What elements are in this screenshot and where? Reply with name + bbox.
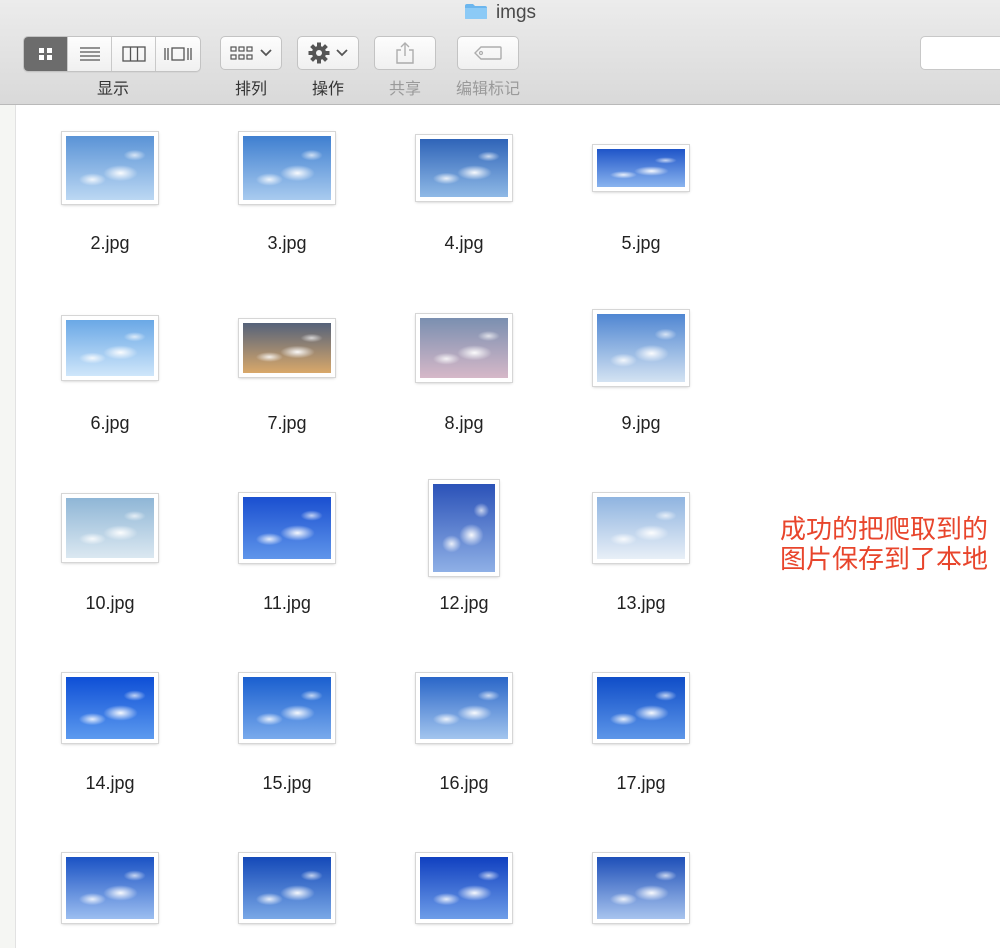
sky-image <box>597 497 685 559</box>
icon-view-button[interactable] <box>24 37 68 71</box>
file-name-label[interactable]: 4.jpg <box>394 233 534 254</box>
sky-image <box>66 320 154 376</box>
sky-image <box>597 314 685 382</box>
arrange-grid-icon <box>230 46 253 60</box>
chevron-down-icon <box>260 49 272 57</box>
file-name-label[interactable]: 17.jpg <box>571 773 711 794</box>
share-button[interactable] <box>374 36 436 70</box>
file-name-label[interactable]: 5.jpg <box>571 233 711 254</box>
folder-icon <box>464 4 487 19</box>
chevron-down-icon <box>336 49 348 57</box>
finder-toolbar: imgs 显示 排列 操作 共享 编辑标记 <box>0 0 1000 105</box>
tag-icon <box>474 46 502 60</box>
columns-icon <box>121 46 146 62</box>
file-thumbnail[interactable] <box>593 310 689 386</box>
sky-image <box>420 857 508 919</box>
sky-image <box>243 857 331 919</box>
file-name-label[interactable]: 9.jpg <box>571 413 711 434</box>
file-name-label[interactable]: 13.jpg <box>571 593 711 614</box>
share-label: 共享 <box>388 81 421 98</box>
sky-image <box>243 497 331 559</box>
sky-image <box>243 677 331 739</box>
file-thumbnail[interactable] <box>62 494 158 562</box>
view-mode-control[interactable] <box>23 36 201 72</box>
file-thumbnail[interactable] <box>416 314 512 382</box>
file-thumbnail[interactable] <box>593 145 689 191</box>
sky-image <box>66 857 154 919</box>
file-thumbnail[interactable] <box>416 673 512 743</box>
file-name-label[interactable]: 11.jpg <box>217 593 357 614</box>
file-thumbnail[interactable] <box>593 493 689 563</box>
file-thumbnail[interactable] <box>429 480 499 576</box>
sky-image <box>597 857 685 919</box>
gear-icon <box>308 42 330 64</box>
sky-image <box>243 136 331 200</box>
window-title: imgs <box>0 2 1000 24</box>
file-thumbnail[interactable] <box>62 853 158 923</box>
grid-icon <box>38 48 52 60</box>
file-thumbnail[interactable] <box>239 132 335 204</box>
window-title-text: imgs <box>495 2 537 23</box>
file-thumbnail[interactable] <box>416 853 512 923</box>
file-name-label[interactable]: 6.jpg <box>40 413 180 434</box>
sky-image <box>597 677 685 739</box>
sky-image <box>66 136 154 200</box>
sky-image <box>420 677 508 739</box>
file-thumbnail[interactable] <box>62 673 158 743</box>
action-label: 操作 <box>311 81 344 98</box>
edit-tags-label: 编辑标记 <box>455 81 520 98</box>
list-icon <box>79 47 100 61</box>
sky-image <box>597 149 685 187</box>
file-thumbnail[interactable] <box>593 673 689 743</box>
file-name-label[interactable]: 16.jpg <box>394 773 534 794</box>
action-button[interactable] <box>297 36 359 70</box>
file-name-label[interactable]: 10.jpg <box>40 593 180 614</box>
file-thumbnail[interactable] <box>239 853 335 923</box>
file-name-label[interactable]: 12.jpg <box>394 593 534 614</box>
sky-image <box>420 318 508 378</box>
file-thumbnail[interactable] <box>239 493 335 563</box>
arrange-label: 排列 <box>234 81 267 98</box>
file-thumbnail[interactable] <box>593 853 689 923</box>
file-name-label[interactable]: 7.jpg <box>217 413 357 434</box>
sky-image <box>243 323 331 373</box>
file-name-label[interactable]: 8.jpg <box>394 413 534 434</box>
file-name-label[interactable]: 2.jpg <box>40 233 180 254</box>
view-label: 显示 <box>96 81 129 98</box>
file-thumbnail[interactable] <box>62 132 158 204</box>
share-icon <box>396 42 414 64</box>
search-field[interactable] <box>920 36 1000 70</box>
sky-image <box>420 139 508 197</box>
gallery-view-button[interactable] <box>156 37 200 71</box>
list-view-button[interactable] <box>68 37 112 71</box>
file-thumbnail[interactable] <box>62 316 158 380</box>
annotation-note: 成功的把爬取到的图片保存到了本地 <box>780 515 989 575</box>
file-name-label[interactable]: 15.jpg <box>217 773 357 794</box>
sidebar-edge <box>0 105 16 948</box>
arrange-button[interactable] <box>220 36 282 70</box>
coverflow-icon <box>164 47 192 61</box>
sky-image <box>66 498 154 558</box>
column-view-button[interactable] <box>112 37 156 71</box>
file-name-label[interactable]: 14.jpg <box>40 773 180 794</box>
file-thumbnail[interactable] <box>416 135 512 201</box>
edit-tags-button[interactable] <box>457 36 519 70</box>
sky-image <box>66 677 154 739</box>
file-thumbnail[interactable] <box>239 319 335 377</box>
sky-image <box>433 484 495 572</box>
file-name-label[interactable]: 3.jpg <box>217 233 357 254</box>
file-thumbnail[interactable] <box>239 673 335 743</box>
